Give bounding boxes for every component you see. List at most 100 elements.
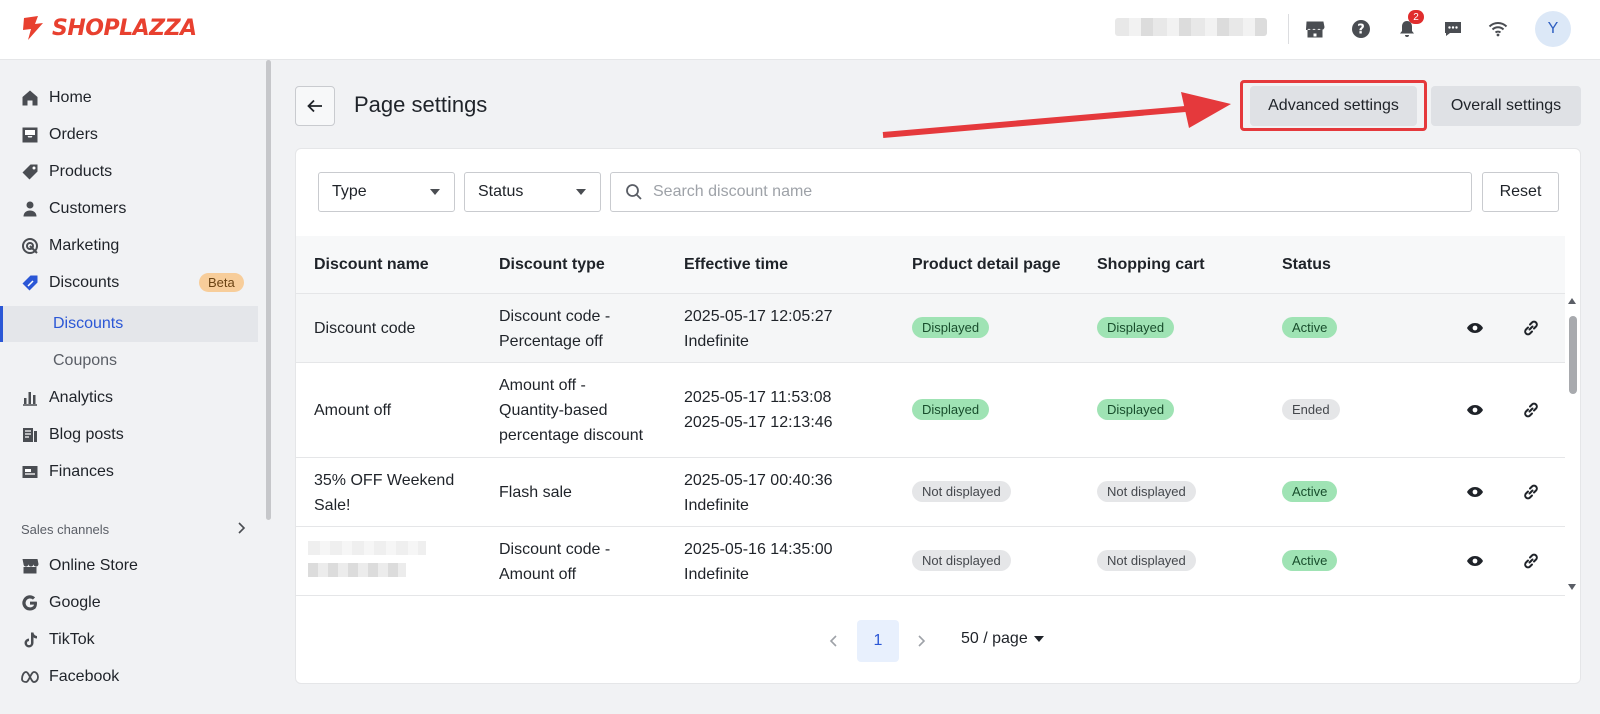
target-icon (20, 236, 40, 256)
sidebar-item-products[interactable]: Products (0, 154, 258, 190)
user-avatar[interactable]: Y (1535, 11, 1571, 47)
finance-icon (20, 462, 40, 482)
sidebar-item-label: Home (49, 89, 92, 106)
eye-icon[interactable] (1464, 550, 1486, 572)
sidebar-item-label: TikTok (49, 631, 95, 648)
column-header-shopping-cart: Shopping cart (1097, 256, 1205, 273)
sidebar-scrollbar[interactable] (266, 60, 271, 520)
table-scrollbar-thumb[interactable] (1569, 316, 1577, 394)
sidebar-item-analytics[interactable]: Analytics (0, 380, 258, 416)
store-icon[interactable] (1302, 16, 1328, 42)
chevron-right-icon[interactable] (235, 520, 247, 541)
tag-icon (20, 162, 40, 182)
shoplazza-logo[interactable]: SHOPLAZZA (20, 14, 197, 42)
tiktok-icon (20, 630, 40, 650)
sidebar-item-online-store[interactable]: Online Store (0, 548, 258, 584)
status-badge: Active (1282, 317, 1338, 338)
sidebar-item-label: Online Store (49, 557, 138, 574)
table-row[interactable]: 35% OFF Weekend Sale! Flash sale 2025-05-… (296, 458, 1565, 527)
sidebar-item-home[interactable]: Home (0, 80, 258, 116)
link-icon[interactable] (1520, 481, 1542, 503)
sidebar-item-label: Discounts (49, 274, 120, 291)
overall-settings-button[interactable]: Overall settings (1431, 86, 1581, 126)
link-icon[interactable] (1520, 399, 1542, 421)
table-row[interactable]: Discount code - Amount off 2025-05-16 14:… (296, 527, 1565, 596)
search-field[interactable] (610, 172, 1472, 212)
next-page-button[interactable] (910, 620, 932, 662)
sidebar-item-blog-posts[interactable]: Blog posts (0, 417, 258, 453)
sidebar-item-label: Blog posts (49, 426, 124, 443)
pdp-status-badge: Displayed (912, 399, 990, 420)
eye-icon[interactable] (1464, 317, 1486, 339)
link-icon[interactable] (1520, 317, 1542, 339)
prev-page-button[interactable] (823, 620, 845, 662)
cart-status-badge: Displayed (1097, 399, 1175, 420)
discount-name-cell: Amount off (314, 402, 392, 419)
sidebar-item-tiktok[interactable]: TikTok (0, 622, 258, 658)
sidebar-item-label: Marketing (49, 237, 120, 254)
sidebar-item-orders[interactable]: Orders (0, 117, 258, 153)
caret-down-icon (1033, 636, 1044, 642)
sidebar-item-label: Google (49, 594, 101, 611)
arrow-left-icon (307, 99, 322, 113)
caret-down-icon (430, 189, 440, 195)
table-row[interactable]: Discount code Discount code - Percentage … (296, 294, 1565, 363)
pdp-status-badge: Not displayed (912, 481, 1011, 502)
table-row[interactable]: Amount off Amount off - Quantity-based per… (296, 363, 1565, 458)
discount-type-cell: Discount code - Amount off (499, 541, 611, 583)
logo-mark-icon (23, 16, 43, 40)
chevron-left-icon (829, 635, 837, 647)
sidebar-item-facebook[interactable]: Facebook (0, 659, 258, 695)
column-header-status: Status (1282, 256, 1331, 273)
effective-time-cell: 2025-05-16 14:35:00 Indefinite (684, 541, 833, 583)
sidebar-subitem-coupons[interactable]: Coupons (0, 343, 258, 379)
topbar-divider (1288, 14, 1289, 44)
column-header-effective-time: Effective time (684, 256, 789, 273)
chevron-right-icon (918, 635, 926, 647)
blurred-discount-name (308, 541, 426, 555)
status-badge: Active (1282, 481, 1338, 502)
effective-time-cell: 2025-05-17 00:40:36 Indefinite (684, 472, 833, 514)
discount-name-cell: Discount code (314, 320, 416, 337)
meta-icon (20, 667, 40, 687)
cart-status-badge: Displayed (1097, 317, 1175, 338)
sidebar-item-customers[interactable]: Customers (0, 191, 258, 227)
sidebar-item-label: Facebook (49, 668, 120, 685)
sidebar-item-finances[interactable]: Finances (0, 454, 258, 490)
discount-type-cell: Amount off - Quantity-based percentage dis… (499, 377, 644, 444)
per-page-select[interactable]: 50 / page (961, 630, 1044, 648)
sidebar-subitem-discounts[interactable]: Discounts (0, 306, 258, 342)
sidebar-item-google[interactable]: Google (0, 585, 258, 621)
reset-button[interactable]: Reset (1482, 172, 1559, 212)
column-header-product-detail-page: Product detail page (912, 256, 1061, 273)
column-header-discount-name: Discount name (314, 256, 429, 273)
blurred-discount-name (308, 563, 406, 577)
eye-icon[interactable] (1464, 399, 1486, 421)
help-icon[interactable]: ? (1348, 16, 1374, 42)
cart-status-badge: Not displayed (1097, 550, 1196, 571)
page-number-button[interactable]: 1 (857, 620, 899, 662)
store-name-blurred (1115, 18, 1267, 36)
top-bar: SHOPLAZZA ? 2 Y (0, 0, 1600, 60)
effective-time-cell: 2025-05-17 11:53:08 2025-05-17 12:13:46 (684, 389, 833, 431)
sidebar-item-label: Customers (49, 200, 127, 217)
annotation-arrow (882, 92, 1231, 138)
sidebar-item-discounts[interactable]: Discounts Beta (0, 265, 258, 301)
wifi-icon[interactable] (1485, 16, 1511, 42)
person-icon (20, 199, 40, 219)
inbox-icon (20, 125, 40, 145)
search-input[interactable] (653, 183, 1433, 201)
sidebar-item-marketing[interactable]: Marketing (0, 228, 258, 264)
status-filter-select[interactable]: Status (464, 172, 601, 212)
back-button[interactable] (295, 86, 335, 126)
home-icon (20, 88, 40, 108)
link-icon[interactable] (1520, 550, 1542, 572)
google-icon (20, 593, 40, 613)
type-filter-select[interactable]: Type (318, 172, 455, 212)
cart-status-badge: Not displayed (1097, 481, 1196, 502)
store-icon (20, 556, 40, 576)
chat-icon[interactable] (1440, 16, 1466, 42)
effective-time-cell: 2025-05-17 12:05:27 Indefinite (684, 308, 833, 350)
eye-icon[interactable] (1464, 481, 1486, 503)
sales-channels-heading: Sales channels (21, 522, 110, 537)
